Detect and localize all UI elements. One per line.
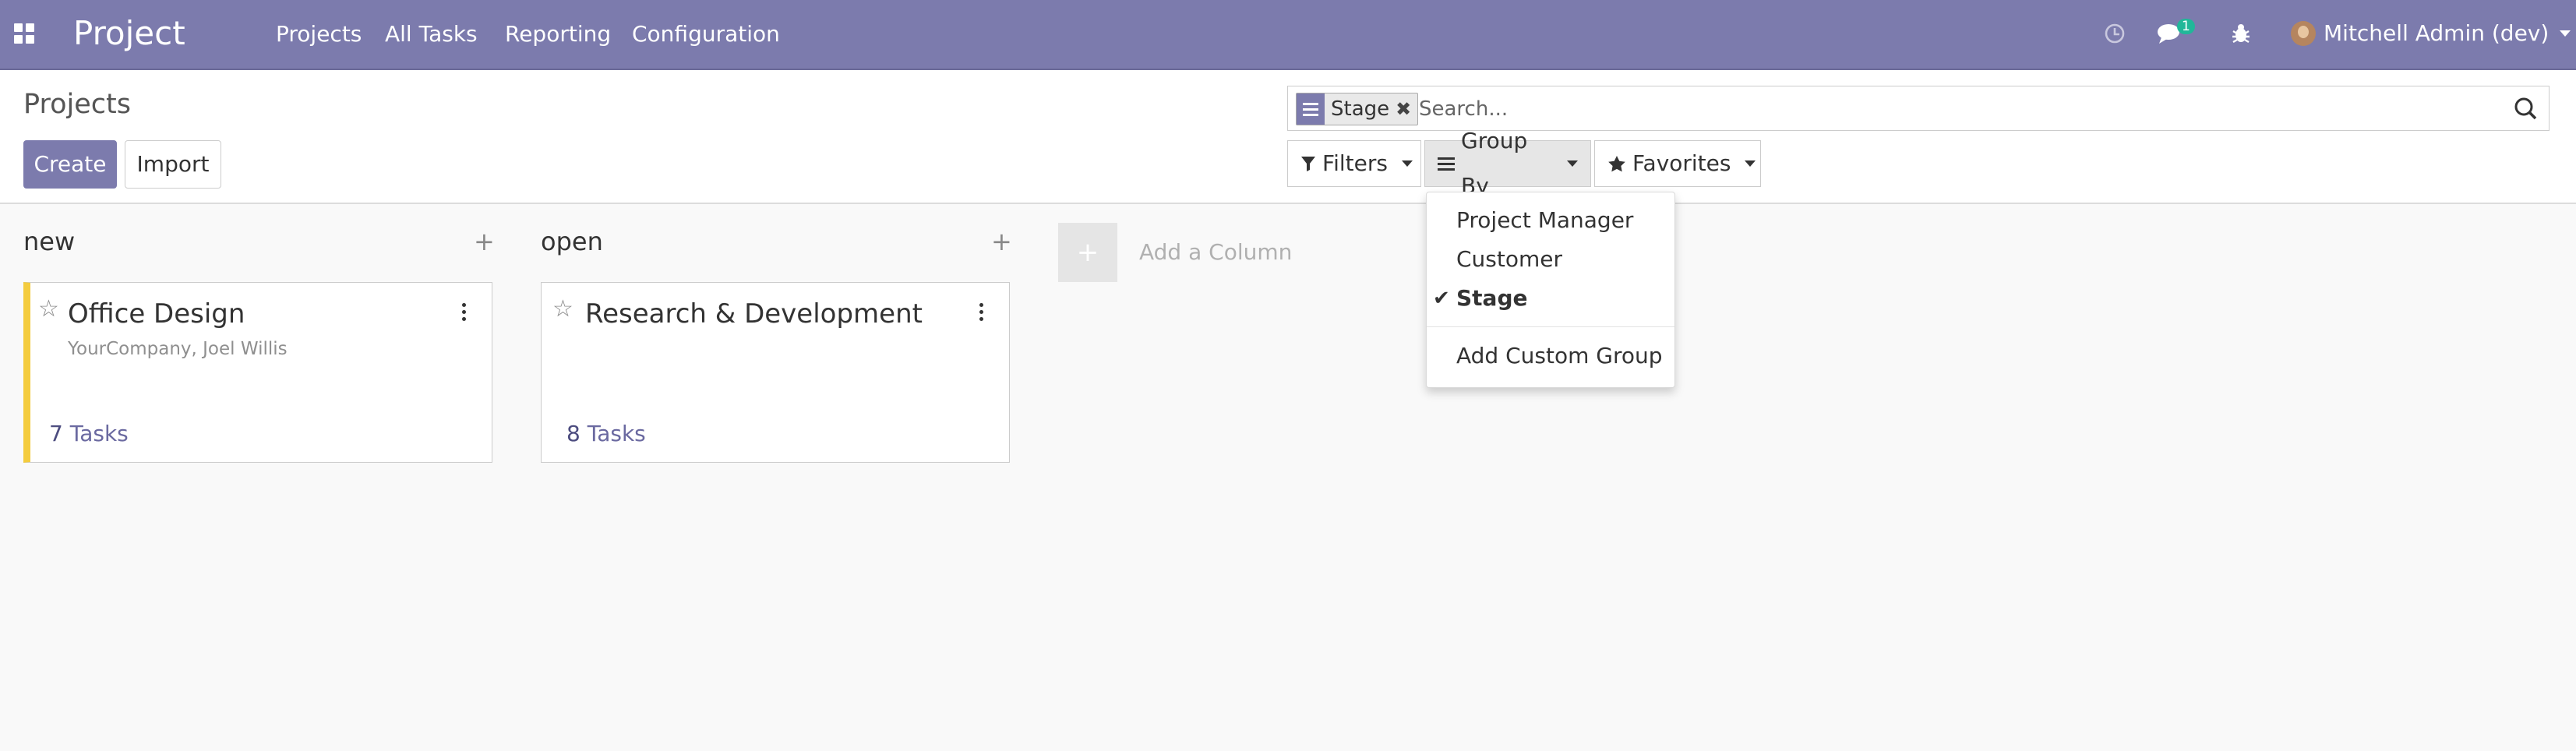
menu-item-label: Add Custom Group xyxy=(1456,343,1663,368)
menu-all-tasks[interactable]: All Tasks xyxy=(385,21,478,48)
chevron-down-icon xyxy=(1401,160,1413,167)
star-outline-icon[interactable]: ☆ xyxy=(552,295,573,323)
column-title-new: new xyxy=(23,227,76,256)
task-count: 8 xyxy=(566,421,580,446)
card-title: Research & Development xyxy=(585,298,923,330)
add-custom-group[interactable]: Add Custom Group xyxy=(1427,340,1674,372)
menu-item-label: Project Manager xyxy=(1456,207,1634,233)
menu-projects[interactable]: Projects xyxy=(276,21,362,48)
menu-configuration[interactable]: Configuration xyxy=(632,21,780,48)
checkmark-icon: ✔ xyxy=(1433,287,1450,310)
task-count: 7 xyxy=(49,421,63,446)
message-count-badge: 1 xyxy=(2177,19,2195,34)
menu-reporting[interactable]: Reporting xyxy=(505,21,611,48)
group-by-button[interactable]: Group By xyxy=(1424,128,1591,199)
menu-item-label: Customer xyxy=(1456,246,1563,272)
top-navbar: Project Projects All Tasks Reporting Con… xyxy=(0,0,2576,70)
group-by-project-manager[interactable]: Project Manager xyxy=(1427,205,1674,236)
clock-icon[interactable] xyxy=(2104,20,2126,47)
facet-label: Stage xyxy=(1331,97,1390,121)
add-column-plus-icon[interactable]: + xyxy=(1058,223,1117,282)
column-quick-create-icon[interactable]: + xyxy=(991,226,1012,257)
star-icon xyxy=(1607,155,1626,172)
filter-icon xyxy=(1300,155,1316,172)
user-name: Mitchell Admin (dev) xyxy=(2324,20,2550,46)
card-title: Office Design xyxy=(68,298,245,330)
chevron-down-icon xyxy=(2560,30,2571,37)
breadcrumb: Projects xyxy=(23,89,131,120)
close-icon[interactable]: ✖ xyxy=(1396,93,1417,125)
kanban-card[interactable]: ☆ Research & Development 8 Tasks xyxy=(541,282,1010,463)
user-menu[interactable]: Mitchell Admin (dev) xyxy=(2291,20,2571,47)
group-by-icon xyxy=(1297,93,1325,125)
search-facet-stage: Stage ✖ xyxy=(1296,93,1419,125)
bars-icon xyxy=(1438,156,1455,171)
kebab-menu-icon[interactable] xyxy=(979,301,983,323)
favorites-label: Favorites xyxy=(1632,150,1731,176)
app-brand[interactable]: Project xyxy=(73,11,185,56)
filters-button[interactable]: Filters xyxy=(1287,140,1421,187)
task-label: Tasks xyxy=(69,421,129,446)
card-tasks-link[interactable]: 7 Tasks xyxy=(49,420,129,448)
group-by-stage[interactable]: ✔ Stage xyxy=(1427,283,1674,314)
filters-label: Filters xyxy=(1322,150,1388,176)
card-subtitle: YourCompany, Joel Willis xyxy=(68,339,288,359)
chevron-down-icon xyxy=(1567,160,1578,167)
kanban-card[interactable]: ☆ Office Design YourCompany, Joel Willis… xyxy=(23,282,492,463)
favorites-button[interactable]: Favorites xyxy=(1594,140,1761,187)
search-icon[interactable] xyxy=(2513,96,2538,124)
column-title-open: open xyxy=(541,227,603,256)
menu-item-label: Stage xyxy=(1456,285,1528,311)
bug-icon[interactable] xyxy=(2230,20,2252,47)
create-button[interactable]: Create xyxy=(23,140,117,189)
kebab-menu-icon[interactable] xyxy=(462,301,466,323)
task-label: Tasks xyxy=(587,421,646,446)
group-by-dropdown: Project Manager Customer ✔ Stage Add Cus… xyxy=(1426,192,1675,388)
apps-grid-icon[interactable] xyxy=(14,23,34,44)
control-panel: Projects Create Import Stage ✖ Filters G… xyxy=(0,70,2576,204)
group-by-customer[interactable]: Customer xyxy=(1427,244,1674,275)
add-column-label[interactable]: Add a Column xyxy=(1139,238,1292,266)
star-outline-icon[interactable]: ☆ xyxy=(38,295,59,323)
import-button[interactable]: Import xyxy=(125,140,221,189)
card-tasks-link[interactable]: 8 Tasks xyxy=(566,420,646,448)
avatar xyxy=(2291,21,2316,46)
column-quick-create-icon[interactable]: + xyxy=(474,226,495,257)
chevron-down-icon xyxy=(1745,160,1756,167)
menu-divider xyxy=(1427,326,1674,327)
search-input[interactable] xyxy=(1417,93,2496,125)
